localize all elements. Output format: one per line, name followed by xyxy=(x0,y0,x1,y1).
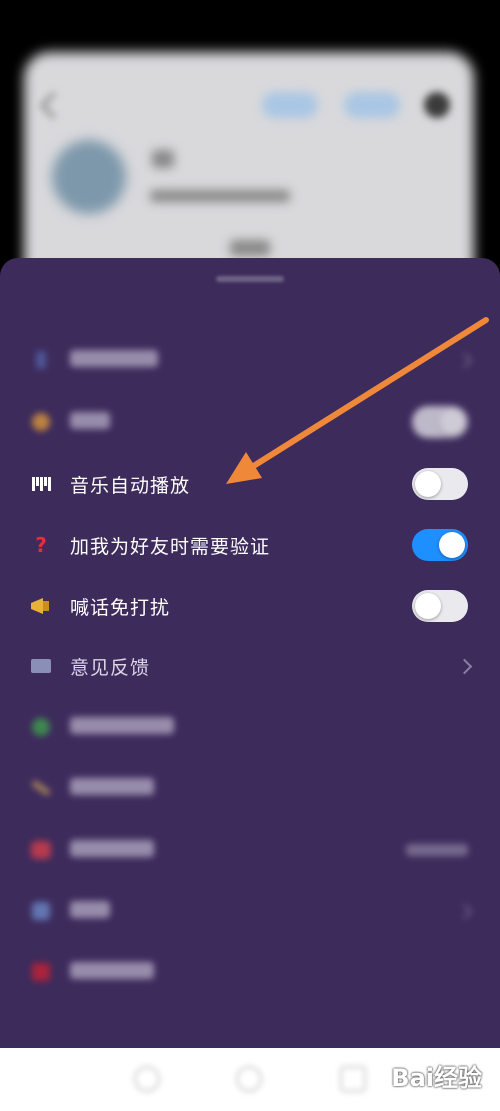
annotation-arrow xyxy=(226,317,489,484)
